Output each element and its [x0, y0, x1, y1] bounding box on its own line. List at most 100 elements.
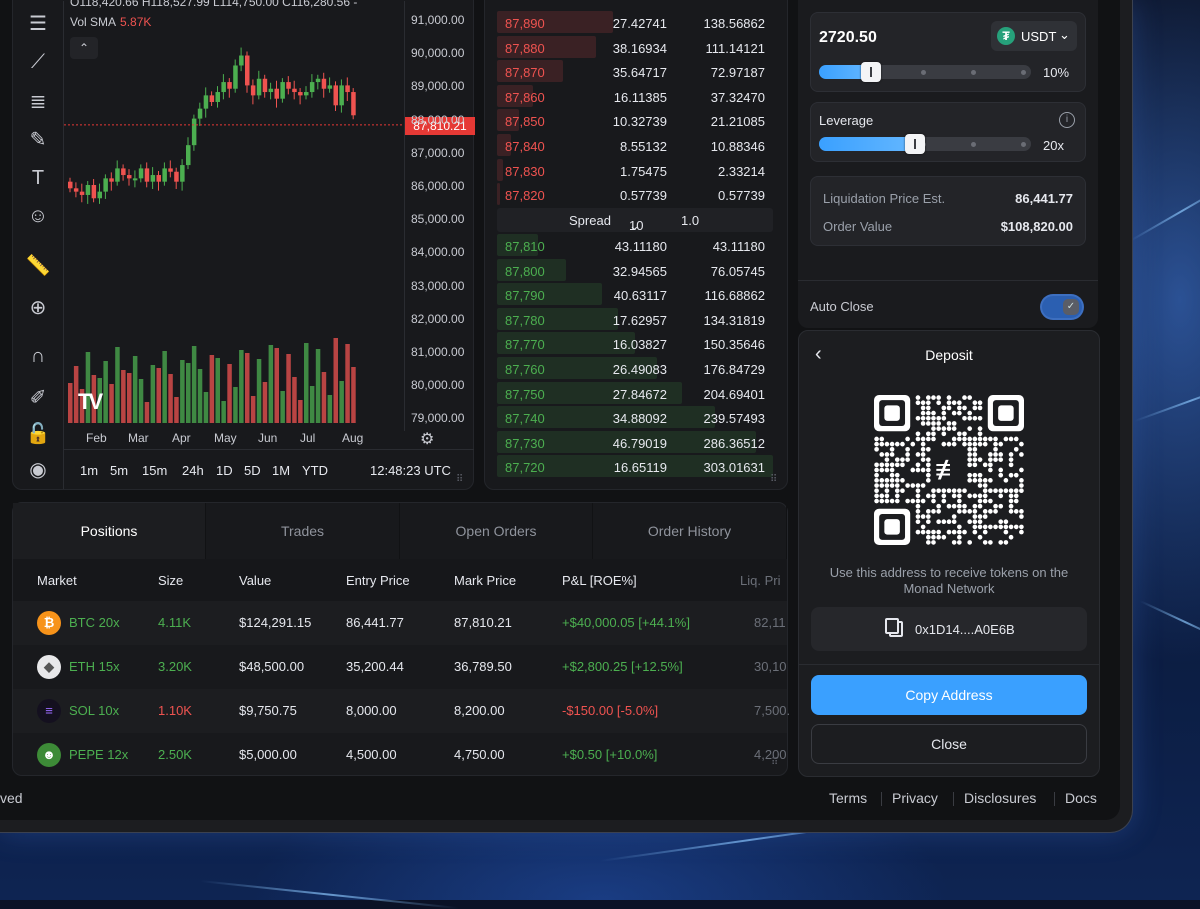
- footer-link-docs[interactable]: Docs: [1065, 790, 1097, 806]
- close-button[interactable]: Close: [811, 724, 1087, 764]
- volume-bar: [198, 369, 203, 423]
- timeframe-button[interactable]: 24h: [182, 463, 204, 478]
- qr-module: [973, 504, 978, 509]
- qr-module: [890, 499, 895, 504]
- tab-order-history[interactable]: Order History: [594, 503, 787, 559]
- auto-close-toggle[interactable]: ✓: [1042, 296, 1082, 318]
- ask-row[interactable]: 87,8301.754752.33214: [497, 159, 773, 183]
- tab-trades[interactable]: Trades: [207, 503, 400, 559]
- zoom-in-icon[interactable]: ⊕: [25, 295, 51, 321]
- column-header[interactable]: Entry Price: [346, 573, 410, 588]
- candle-body: [98, 192, 103, 199]
- address-field[interactable]: 0x1D14....A0E6B: [811, 607, 1087, 651]
- bid-row[interactable]: 87,79040.63117116.68862: [497, 283, 773, 307]
- timeframe-button[interactable]: 1D: [216, 463, 233, 478]
- column-header[interactable]: Mark Price: [454, 573, 516, 588]
- ruler-icon[interactable]: 📏: [25, 253, 51, 279]
- qr-module: [874, 463, 879, 468]
- fib-tool-icon[interactable]: ≣: [25, 89, 51, 115]
- ask-row[interactable]: 87,86016.1138537.32470: [497, 85, 773, 109]
- qr-module: [916, 494, 921, 499]
- timeframe-button[interactable]: YTD: [302, 463, 328, 478]
- ask-row[interactable]: 87,87035.6471772.97187: [497, 60, 773, 84]
- column-header[interactable]: Value: [239, 573, 271, 588]
- footer-link-terms[interactable]: Terms: [829, 790, 867, 806]
- timeframe-button[interactable]: 15m: [142, 463, 167, 478]
- text-tool-icon[interactable]: T: [25, 165, 51, 191]
- book-price: 87,750: [505, 387, 545, 402]
- candle-body: [322, 79, 327, 89]
- slider-tick: [971, 142, 976, 147]
- qr-module: [916, 504, 921, 509]
- qr-module: [998, 504, 1003, 509]
- token-select[interactable]: ₮ USDT ⌄: [991, 21, 1077, 51]
- amount-input[interactable]: 2720.50: [819, 29, 877, 47]
- price-chart[interactable]: O118,420.66 H118,527.99 L114,750.00 C116…: [63, 1, 474, 489]
- drawing-toolbar: ☰ ⟋ ≣ ✎ T ☺ 📏 ⊕ ∩ ✐ 🔓 ◉: [13, 1, 61, 489]
- column-header[interactable]: Liq. Pri: [740, 573, 780, 588]
- brush-icon[interactable]: ✎: [25, 127, 51, 153]
- magnet-icon[interactable]: ∩: [25, 343, 51, 369]
- ask-row[interactable]: 87,88038.16934111.14121: [497, 36, 773, 60]
- qr-module: [988, 457, 993, 462]
- bid-row[interactable]: 87,74034.88092239.57493: [497, 406, 773, 430]
- slider-knob[interactable]: [861, 62, 881, 82]
- menu-icon[interactable]: ☰: [25, 11, 51, 37]
- timeframe-button[interactable]: 5D: [244, 463, 261, 478]
- pattern-tool-icon[interactable]: ⟋: [25, 49, 51, 75]
- position-row[interactable]: ◆ETH 15x3.20K$48,500.0035,200.4436,789.5…: [13, 645, 787, 689]
- qr-module: [988, 525, 993, 530]
- timeframe-button[interactable]: 1M: [272, 463, 290, 478]
- ask-row[interactable]: 87,89027.42741138.56862: [497, 11, 773, 35]
- candle-body: [345, 85, 350, 92]
- footer-link-disclosures[interactable]: Disclosures: [964, 790, 1036, 806]
- footer-link-privacy[interactable]: Privacy: [892, 790, 938, 806]
- copy-address-button[interactable]: Copy Address: [811, 675, 1087, 715]
- qr-module: [895, 483, 900, 488]
- ask-row[interactable]: 87,8408.5513210.88346: [497, 134, 773, 158]
- bid-row[interactable]: 87,76026.49083176.84729: [497, 357, 773, 381]
- emoji-icon[interactable]: ☺: [25, 203, 51, 229]
- qr-module: [931, 437, 936, 442]
- qr-module: [1009, 452, 1014, 457]
- position-row[interactable]: ☻PEPE 12x2.50K$5,000.004,500.004,750.00+…: [13, 733, 787, 777]
- candle-body: [310, 82, 315, 92]
- leverage-slider[interactable]: [819, 137, 1031, 151]
- bid-row[interactable]: 87,75027.84672204.69401: [497, 382, 773, 406]
- column-header[interactable]: Size: [158, 573, 183, 588]
- qr-module: [1014, 447, 1019, 452]
- resize-handle-icon[interactable]: ⠿: [770, 474, 777, 485]
- bid-row[interactable]: 87,72016.65119303.01631: [497, 455, 773, 479]
- eye-icon[interactable]: ◉: [25, 457, 51, 483]
- ask-row[interactable]: 87,8200.577390.57739: [497, 183, 773, 207]
- slider-knob[interactable]: [905, 134, 925, 154]
- tab-open-orders[interactable]: Open Orders: [400, 503, 593, 559]
- qr-module: [998, 473, 1003, 478]
- bid-row[interactable]: 87,78017.62957134.31819: [497, 308, 773, 332]
- time-axis-label: Mar: [128, 431, 149, 445]
- position-row[interactable]: ≡SOL 10x1.10K$9,750.758,000.008,200.00-$…: [13, 689, 787, 733]
- bid-row[interactable]: 87,81043.1118043.11180: [497, 234, 773, 258]
- qr-module: [942, 488, 947, 493]
- ask-row[interactable]: 87,85010.3273921.21085: [497, 109, 773, 133]
- resize-handle-icon[interactable]: ⠿: [456, 474, 463, 485]
- book-price: 87,770: [505, 337, 545, 352]
- lock-icon[interactable]: 🔓: [25, 421, 51, 447]
- lock-drawing-icon[interactable]: ✐: [25, 385, 51, 411]
- resize-handle-icon[interactable]: ⠿: [771, 757, 778, 768]
- chart-settings-icon[interactable]: ⚙: [420, 429, 434, 449]
- position-row[interactable]: ₿BTC 20x4.11K$124,291.1586,441.7787,810.…: [13, 601, 787, 645]
- size-slider[interactable]: [819, 65, 1031, 79]
- column-header[interactable]: P&L [ROE%]: [562, 573, 637, 588]
- column-header[interactable]: Market: [37, 573, 77, 588]
- bid-row[interactable]: 87,77016.03827150.35646: [497, 332, 773, 356]
- time-axis[interactable]: FebMarAprMayJunJulAug: [64, 431, 404, 449]
- bid-row[interactable]: 87,73046.79019286.36512: [497, 431, 773, 455]
- price-axis[interactable]: 87,810.21 91,000.0090,000.0089,000.0088,…: [404, 1, 475, 431]
- tab-positions[interactable]: Positions: [13, 503, 206, 559]
- info-icon[interactable]: i: [1059, 112, 1075, 128]
- timeframe-button[interactable]: 1m: [80, 463, 98, 478]
- bid-row[interactable]: 87,80032.9456576.05745: [497, 259, 773, 283]
- leverage-value: 20x: [1043, 138, 1064, 153]
- timeframe-button[interactable]: 5m: [110, 463, 128, 478]
